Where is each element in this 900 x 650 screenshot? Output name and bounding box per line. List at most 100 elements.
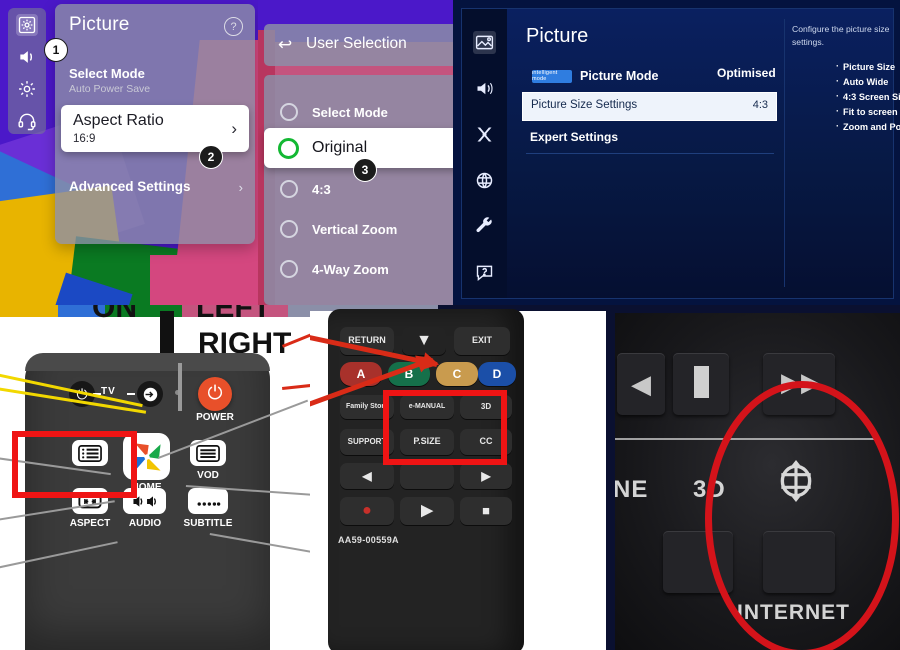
callout-2: 2 [199,145,223,169]
picture-size-settings-label: Picture Size Settings [531,99,638,111]
record-icon: ● [362,501,372,519]
play-icon: ▶ [421,502,433,520]
subtitle-key-label: SUBTITLE [183,518,233,529]
aspect-key-highlight-box [12,431,137,498]
help-bullet: Zoom and Position [836,119,900,135]
expert-settings-label[interactable]: Expert Settings [530,130,618,144]
lg-picture-menu-panel: Picture ? Select Mode Auto Power Save Ad… [0,0,258,305]
sound-icon[interactable] [473,77,496,100]
psize-key-highlight-box [383,390,507,465]
broadcasting-icon[interactable] [473,123,496,146]
play-key[interactable]: ▶ [400,497,454,525]
remote-photo-figure: ◀ ▶▶ NE 3D INTERNET [606,305,900,650]
radio-icon [280,180,298,198]
support-icon[interactable] [473,261,496,284]
user-selection-panel: ↩ User Selection Select Mode 4:3 Vertica… [258,0,453,305]
color-key-d[interactable]: D [478,362,516,386]
list-item-label: 4:3 [312,181,331,197]
audio-key-label: AUDIO [128,518,162,529]
help-bullet: Auto Wide [836,74,900,90]
subtitle-key[interactable] [188,488,228,514]
lg-row-select-mode[interactable]: Select Mode Auto Power Save [69,66,150,95]
list-item-label: Vertical Zoom [312,221,398,237]
down-arrow-icon: ▼ [416,331,432,349]
exit-key[interactable]: EXIT [454,327,510,355]
aspect-key-label: ASPECT [69,518,111,529]
color-key-c-label: C [452,366,462,381]
remote-small-figure: RETURN ▼ EXIT A B C D Family Story e-MAN… [310,305,606,650]
list-item-label: Original [312,139,368,156]
rewind-icon: ◀ [362,468,372,483]
remote-photo: ◀ ▶▶ NE 3D INTERNET [615,313,900,650]
help-bullet: Picture Size [836,59,900,75]
help-bullet: Fit to screen [836,104,900,120]
stop-key[interactable]: ■ [460,497,512,525]
callout-3: 3 [353,158,377,182]
callout-1: 1 [44,38,68,62]
radio-icon [280,260,298,278]
list-item[interactable]: Select Mode [264,93,453,131]
radio-selected-icon [278,137,299,159]
list-item[interactable]: 4-Way Zoom [264,250,453,288]
user-selection-title: User Selection [306,35,407,52]
color-key-a-label: A [356,366,366,381]
picture-icon[interactable] [473,31,496,54]
forward-icon: ▶ [481,468,491,483]
record-key[interactable]: ● [340,497,394,525]
family-story-key-label: Family Story [345,403,388,411]
chevron-right-icon: › [231,119,237,138]
lg-select-mode-label: Select Mode [69,66,145,81]
picture-icon[interactable] [16,14,38,36]
samsung-picture-panel: Picture intelligent mode Picture Mode Op… [453,0,900,305]
lg-select-mode-value: Auto Power Save [69,83,151,95]
stop-icon: ■ [482,503,490,519]
samsung-page-title: Picture [526,25,589,47]
exit-key-label: EXIT [471,335,492,346]
pause-key[interactable] [400,463,454,489]
list-item-label: Select Mode [312,104,388,120]
lg-aspect-ratio-label: Aspect Ratio [73,112,164,129]
wrench-icon[interactable] [473,215,496,238]
radio-icon [280,103,298,121]
cut-text-bracket [160,311,174,359]
remote-model-number: AA59-00559A [338,535,399,545]
remote-large-figure: ON LEFT RIGHT ⏻ TV ⏻ POWER [0,305,310,650]
power-button[interactable]: ⏻ [198,377,232,411]
lg-sidebar [8,8,46,134]
color-key-d-label: D [492,366,502,381]
network-icon[interactable] [473,169,496,192]
color-key-c[interactable]: C [436,362,478,386]
down-arrow-key[interactable]: ▼ [402,327,446,355]
divider [526,153,774,154]
picture-mode-value: Optimised [717,66,776,80]
help-icon[interactable]: ? [224,17,243,36]
leader-line [178,363,182,411]
back-arrow-icon[interactable]: ↩ [278,35,292,55]
forward-key[interactable]: ▶ [460,463,512,489]
red-circle-highlight [705,381,899,650]
top-row: Picture ? Select Mode Auto Power Save Ad… [0,0,900,305]
lg-row-aspect-ratio[interactable]: Aspect Ratio 16:9 › [61,105,249,152]
rewind-key[interactable]: ◀ [340,463,394,489]
help-bullet: 4:3 Screen Size [836,89,900,105]
divider [784,19,785,287]
photo-caption-ne: NE [615,476,649,503]
picture-mode-label: Picture Mode [580,69,659,83]
screenshot-root: Picture ? Select Mode Auto Power Save Ad… [0,0,900,650]
samsung-row-picture-size-settings[interactable]: Picture Size Settings 4:3 [522,92,777,121]
lg-advanced-settings-label[interactable]: Advanced Settings [69,179,191,194]
gear-icon[interactable] [16,78,38,100]
picture-size-settings-value: 4:3 [752,99,768,111]
sound-icon[interactable] [16,46,38,68]
radio-icon [280,220,298,238]
help-description: Configure the picture size settings. [792,24,890,48]
power-label: POWER [196,412,234,423]
rewind-icon: ◀ [631,368,651,399]
user-selection-list: Select Mode 4:3 Vertical Zoom 4-Way Zoom [264,75,453,305]
list-item[interactable]: Vertical Zoom [264,210,453,248]
support-headset-icon[interactable] [16,110,38,132]
lg-aspect-ratio-value: 16:9 [73,133,96,145]
samsung-left-rail [462,9,507,298]
leader-line [282,382,310,390]
list-item-label: 4-Way Zoom [312,261,389,277]
